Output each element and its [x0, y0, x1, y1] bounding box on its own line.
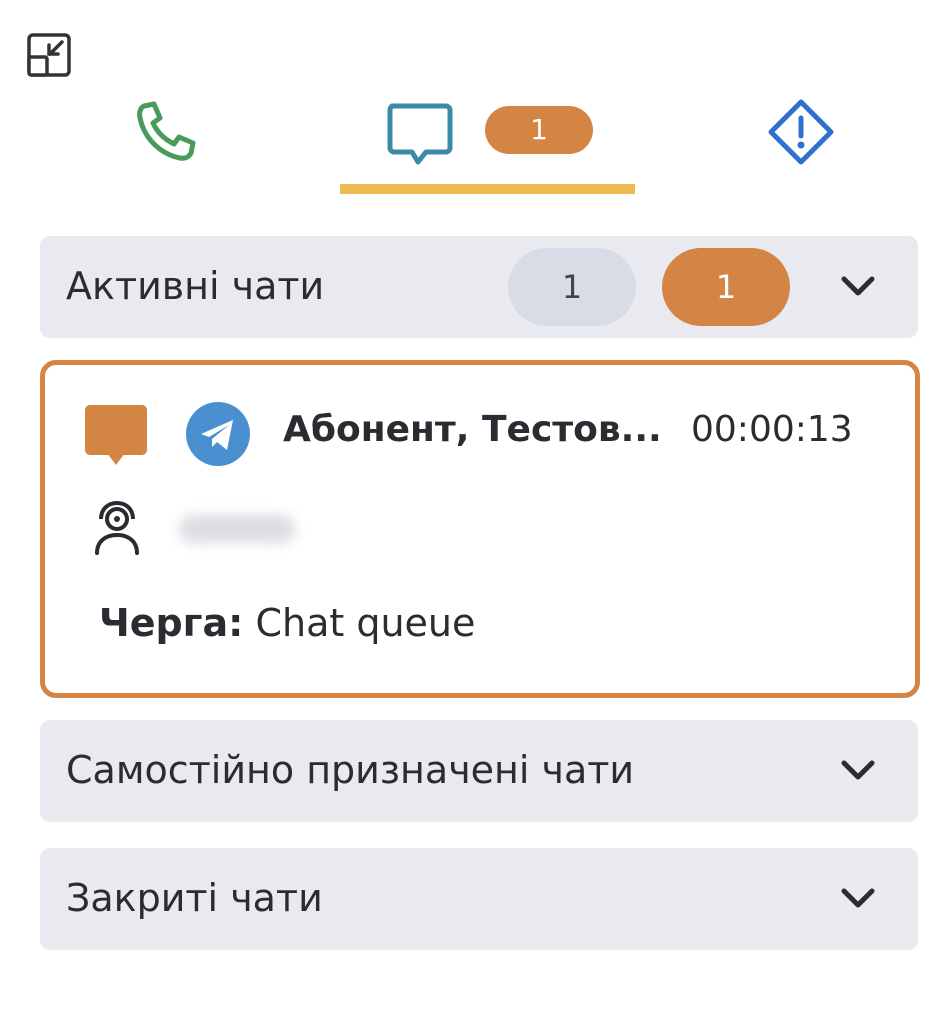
minimize-button[interactable] [24, 30, 74, 80]
section-title: Активні чати [66, 264, 325, 308]
chevron-down-icon[interactable] [838, 751, 878, 791]
chevron-down-icon[interactable] [838, 879, 878, 919]
queue-info: Черга: Chat queue [99, 601, 475, 645]
telegram-icon [186, 402, 250, 466]
tab-alerts[interactable] [765, 96, 845, 168]
chat-timer: 00:00:13 [691, 409, 853, 450]
active-tab-indicator [340, 184, 635, 194]
section-title: Самостійно призначені чати [66, 748, 635, 792]
section-closed-chats[interactable]: Закриті чати [40, 848, 918, 950]
section-self-assigned-chats[interactable]: Самостійно призначені чати [40, 720, 918, 822]
queue-value: Chat queue [255, 601, 476, 645]
phone-icon [137, 101, 196, 161]
agent-name-redacted [179, 515, 295, 543]
chevron-down-icon[interactable] [838, 267, 878, 307]
chat-icon [387, 103, 453, 165]
section-title: Закриті чати [66, 876, 323, 920]
active-chats-pending-badge: 1 [662, 248, 790, 326]
queue-label: Черга: [99, 601, 244, 645]
agent-headset-icon [95, 500, 139, 555]
subscriber-name: Абонент, Тестов... [283, 409, 662, 450]
chat-bubble-icon [85, 405, 147, 465]
chats-unread-badge: 1 [485, 106, 593, 154]
active-chats-count-badge: 1 [508, 248, 636, 326]
tab-chats[interactable]: 1 [340, 96, 635, 196]
section-active-chats[interactable]: Активні чати 1 1 [40, 236, 918, 338]
minimize-icon [27, 33, 71, 77]
alert-diamond-icon [768, 99, 834, 165]
tab-calls[interactable] [130, 96, 210, 168]
chat-card[interactable]: Абонент, Тестов... 00:00:13 Черга: Chat … [40, 360, 920, 698]
